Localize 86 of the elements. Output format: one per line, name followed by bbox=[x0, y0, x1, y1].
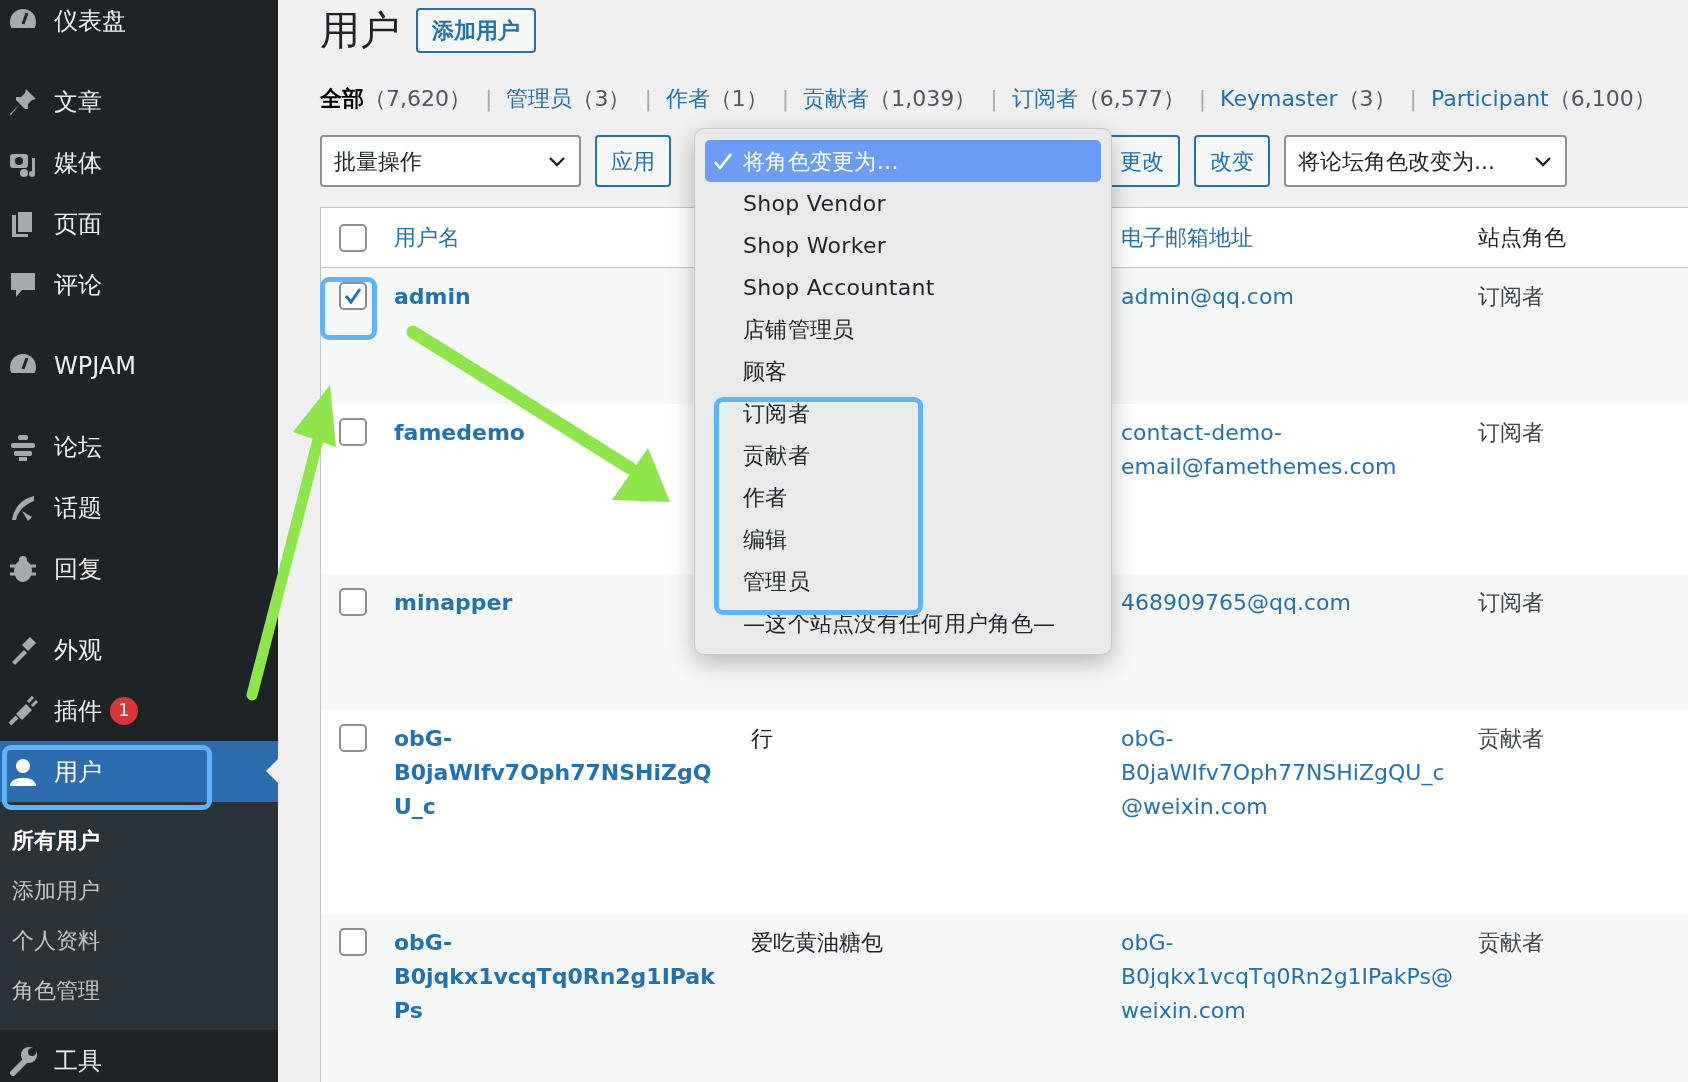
filter-link[interactable]: 管理员 bbox=[506, 86, 573, 111]
sidebar-item[interactable]: 工具 bbox=[0, 1030, 278, 1082]
menu-option[interactable]: 贡献者 bbox=[705, 434, 1101, 476]
filter-link[interactable]: 作者 bbox=[665, 86, 710, 111]
menu-option[interactable]: Shop Accountant bbox=[705, 266, 1101, 308]
checkbox[interactable] bbox=[339, 724, 367, 752]
column-header: 站点角色 bbox=[1478, 225, 1566, 250]
sidebar-item[interactable]: 文章 bbox=[0, 71, 278, 132]
page-title: 用户 bbox=[320, 6, 400, 55]
sidebar-item[interactable]: 媒体 bbox=[0, 132, 278, 193]
username-link[interactable]: obG-B0jqkx1vcqTq0Rn2g1IPakPs bbox=[394, 926, 721, 1028]
highlight-frame bbox=[320, 277, 377, 340]
separator: | bbox=[644, 86, 652, 111]
count-badge: 1 bbox=[110, 696, 138, 725]
menu-option[interactable]: 管理员 bbox=[705, 560, 1101, 602]
email-link[interactable]: 468909765@qq.com bbox=[1121, 586, 1458, 620]
checkbox[interactable] bbox=[339, 223, 367, 252]
sidebar-item[interactable]: 论坛 bbox=[0, 416, 278, 477]
forum-role-select[interactable]: 将论坛角色改变为... bbox=[1284, 135, 1567, 187]
separator: | bbox=[1409, 86, 1417, 111]
filter-count: （1） bbox=[709, 86, 768, 111]
sidebar-item[interactable]: WPJAM bbox=[0, 335, 278, 396]
change-button[interactable]: 改变 bbox=[1194, 135, 1270, 187]
menu-option[interactable]: 顾客 bbox=[705, 350, 1101, 392]
sidebar-item[interactable]: 仪表盘 bbox=[0, 0, 278, 51]
add-user-button[interactable]: 添加用户 bbox=[416, 7, 536, 53]
email-link[interactable]: admin@qq.com bbox=[1121, 280, 1458, 314]
filter-count: （7,620） bbox=[364, 86, 471, 111]
filter-count: （1,039） bbox=[869, 86, 977, 111]
checkbox[interactable] bbox=[339, 418, 367, 446]
sidebar-item[interactable]: 插件 1 bbox=[0, 680, 278, 741]
checkbox[interactable] bbox=[339, 282, 367, 310]
submenu-item[interactable]: 角色管理 bbox=[0, 966, 278, 1016]
column-header[interactable]: 电子邮箱地址 bbox=[1121, 225, 1253, 250]
table-cell: 订阅者 bbox=[1478, 420, 1544, 445]
filter-count: （6,100） bbox=[1548, 86, 1656, 111]
sidebar-item[interactable]: 外观 bbox=[0, 619, 278, 680]
bug-icon bbox=[8, 553, 38, 584]
sidebar-item[interactable]: 话题 bbox=[0, 477, 278, 538]
separator: | bbox=[485, 86, 493, 111]
table-cell: 贡献者 bbox=[1478, 930, 1544, 955]
checkbox[interactable] bbox=[339, 588, 367, 616]
menu-option[interactable]: 订阅者 bbox=[705, 392, 1101, 434]
table-cell: 订阅者 bbox=[1478, 284, 1544, 309]
checkmark-icon bbox=[343, 286, 363, 306]
sidebar-item[interactable]: 用户 bbox=[0, 741, 278, 802]
submenu-item[interactable]: 所有用户 bbox=[0, 816, 278, 866]
filter-link[interactable]: 订阅者 bbox=[1011, 86, 1078, 111]
menu-option[interactable]: 编辑 bbox=[705, 518, 1101, 560]
person-icon bbox=[8, 756, 38, 787]
separator: | bbox=[1198, 86, 1207, 111]
plug-icon bbox=[8, 695, 38, 726]
menu-option[interactable]: Shop Worker bbox=[705, 224, 1101, 266]
menu-option[interactable]: Shop Vendor bbox=[705, 182, 1101, 224]
bulk-action-select[interactable]: 批量操作 bbox=[320, 135, 581, 187]
table-cell: 行 bbox=[751, 726, 773, 751]
menu-option[interactable]: 店铺管理员 bbox=[705, 308, 1101, 350]
pointer-notch bbox=[266, 759, 278, 783]
pin-icon bbox=[8, 86, 38, 117]
sidebar-item[interactable]: 评论 bbox=[0, 254, 278, 315]
wrench-icon bbox=[8, 1045, 38, 1076]
table-cell: 贡献者 bbox=[1478, 726, 1544, 751]
checkbox[interactable] bbox=[339, 928, 367, 956]
filter-count: （6,577） bbox=[1077, 86, 1185, 111]
filter-link[interactable]: Participant bbox=[1430, 86, 1549, 111]
username-link[interactable]: obG-B0jaWIfv7Oph77NSHiZgQU_c bbox=[394, 722, 721, 824]
filter-count: （3） bbox=[1337, 86, 1396, 111]
filter-count: （3） bbox=[572, 86, 631, 111]
sidebar-item[interactable]: 页面 bbox=[0, 193, 278, 254]
separator: | bbox=[990, 86, 998, 111]
filter-link[interactable]: 贡献者 bbox=[803, 86, 870, 111]
separator: | bbox=[781, 86, 790, 111]
column-header[interactable]: 用户名 bbox=[394, 225, 460, 250]
checkmark-icon bbox=[713, 151, 733, 171]
table-cell: 爱吃黄油糖包 bbox=[751, 930, 883, 955]
email-link[interactable]: obG-B0jaWIfv7Oph77NSHiZgQU_c@weixin.com bbox=[1121, 722, 1458, 824]
table-cell: 订阅者 bbox=[1478, 590, 1544, 615]
filter-link[interactable]: Keymaster bbox=[1220, 86, 1338, 111]
email-link[interactable]: contact-demo-email@famethemes.com bbox=[1121, 416, 1458, 484]
submenu-item[interactable]: 个人资料 bbox=[0, 916, 278, 966]
sidebar-item[interactable]: 回复 bbox=[0, 538, 278, 599]
apply-button[interactable]: 应用 bbox=[595, 135, 671, 187]
filter-link[interactable]: 全部 bbox=[320, 86, 364, 111]
menu-option[interactable]: 作者 bbox=[705, 476, 1101, 518]
submenu-item[interactable]: 添加用户 bbox=[0, 866, 278, 916]
email-link[interactable]: obG-B0jqkx1vcqTq0Rn2g1IPakPs@weixin.com bbox=[1121, 926, 1458, 1028]
